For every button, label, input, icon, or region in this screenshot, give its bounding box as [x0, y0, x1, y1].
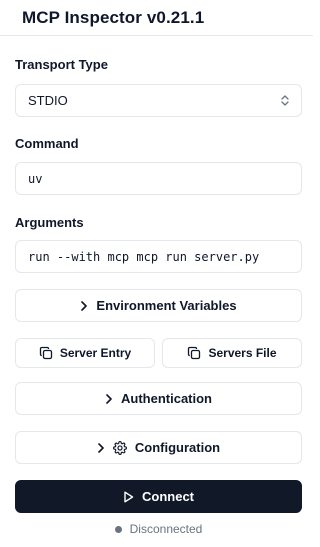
chevron-right-icon	[80, 300, 88, 311]
servers-file-label: Servers File	[208, 346, 277, 360]
command-value: uv	[28, 171, 43, 186]
transport-type-label: Transport Type	[15, 57, 108, 72]
connect-button[interactable]: Connect	[15, 480, 302, 513]
authentication-label: Authentication	[121, 391, 212, 406]
configuration-label: Configuration	[134, 440, 221, 455]
environment-variables-label: Environment Variables	[96, 298, 237, 313]
arguments-label: Arguments	[15, 215, 84, 230]
status-text: Disconnected	[129, 522, 203, 536]
app-header: MCP Inspector v0.21.1	[0, 0, 313, 36]
copy-icon	[187, 346, 201, 360]
environment-variables-button[interactable]: Environment Variables	[15, 289, 302, 322]
play-icon	[123, 491, 134, 503]
copy-icon	[39, 346, 53, 360]
servers-file-button[interactable]: Servers File	[162, 338, 302, 368]
gear-icon	[112, 440, 127, 455]
app-title: MCP Inspector v0.21.1	[22, 7, 205, 27]
server-entry-label: Server Entry	[59, 346, 132, 360]
chevron-right-icon	[97, 442, 105, 453]
arguments-input[interactable]: run --with mcp mcp run server.py	[15, 240, 302, 273]
command-label: Command	[15, 136, 79, 151]
connect-label: Connect	[142, 489, 194, 504]
transport-type-value: STDIO	[28, 93, 68, 108]
chevron-right-icon	[105, 393, 113, 404]
configuration-button[interactable]: Configuration	[15, 431, 302, 464]
status-dot	[114, 525, 122, 533]
authentication-button[interactable]: Authentication	[15, 382, 302, 415]
transport-type-select[interactable]: STDIO	[15, 84, 302, 117]
arguments-value: run --with mcp mcp run server.py	[28, 249, 260, 264]
server-entry-button[interactable]: Server Entry	[15, 338, 155, 368]
connection-status: Disconnected	[15, 522, 302, 536]
chevron-up-down-icon	[281, 95, 289, 106]
command-input[interactable]: uv	[15, 162, 302, 195]
